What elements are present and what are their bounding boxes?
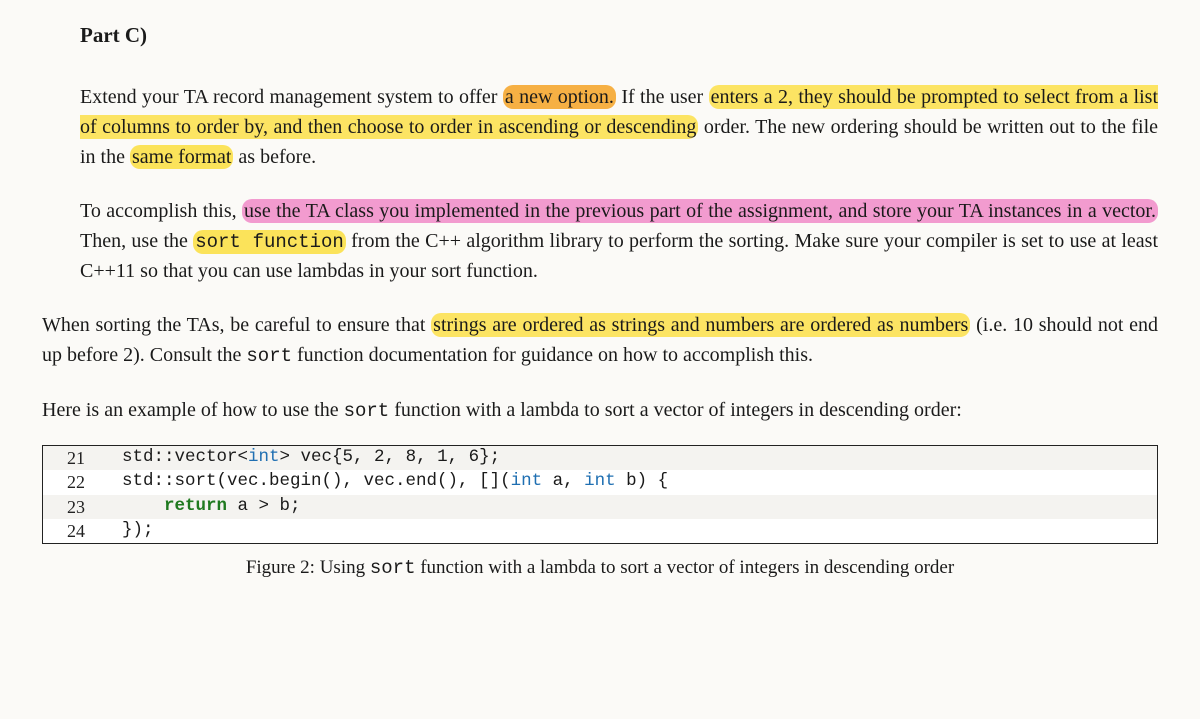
text: function with a lambda to sort a vector … [389, 399, 962, 421]
code-inline: sort [344, 400, 390, 422]
text: When sorting the TAs, be careful to ensu… [42, 314, 431, 336]
keyword-type: int [584, 471, 616, 491]
paragraph-2: To accomplish this, use the TA class you… [80, 196, 1158, 287]
text: Extend your TA record management system … [80, 86, 503, 108]
line-number: 23 [43, 495, 101, 519]
code-line-23: 23 return a > b; [43, 495, 1157, 519]
code-inline: sort [370, 557, 416, 579]
paragraph-4: Here is an example of how to use the sor… [42, 395, 1158, 426]
paragraph-1: Extend your TA record management system … [80, 82, 1158, 172]
highlight-pink: use the TA class you implemented in the … [242, 199, 1158, 223]
code-line-22: 22 std::sort(vec.begin(), vec.end(), [](… [43, 470, 1157, 494]
code-listing: 21 std::vector<int> vec{5, 2, 8, 1, 6}; … [42, 445, 1158, 544]
line-number: 21 [43, 446, 101, 470]
text: as before. [233, 146, 316, 168]
text: Here is an example of how to use the [42, 399, 344, 421]
code-text: std::sort(vec.begin(), vec.end(), [](int… [101, 470, 1157, 494]
t: std::vector< [101, 447, 248, 467]
highlight-orange: a new option. [503, 85, 616, 109]
t: a, [542, 471, 584, 491]
code-line-24: 24 }); [43, 519, 1157, 543]
figure-caption: Figure 2: Using sort function with a lam… [42, 554, 1158, 583]
t [101, 496, 164, 516]
paragraph-3: When sorting the TAs, be careful to ensu… [42, 310, 1158, 371]
text: function documentation for guidance on h… [292, 344, 813, 366]
highlight-yellow: sort function [193, 230, 346, 254]
code-inline: sort [246, 345, 292, 367]
text: Figure 2: Using [246, 557, 370, 578]
code-text: std::vector<int> vec{5, 2, 8, 1, 6}; [101, 446, 1157, 470]
keyword-return: return [164, 496, 227, 516]
code-text: }); [101, 519, 1157, 543]
code-text: return a > b; [101, 495, 1157, 519]
t: > vec{5, 2, 8, 1, 6}; [280, 447, 501, 467]
text: To accomplish this, [80, 200, 242, 222]
t: b) { [616, 471, 669, 491]
text: Then, use the [80, 230, 193, 252]
line-number: 22 [43, 470, 101, 494]
keyword-type: int [248, 447, 280, 467]
code-line-21: 21 std::vector<int> vec{5, 2, 8, 1, 6}; [43, 446, 1157, 470]
part-heading: Part C) [80, 20, 1158, 52]
highlight-yellow: same format [130, 145, 233, 169]
text: If the user [616, 86, 709, 108]
line-number: 24 [43, 519, 101, 543]
text: function with a lambda to sort a vector … [415, 557, 954, 578]
t: std::sort(vec.begin(), vec.end(), []( [101, 471, 511, 491]
t: a > b; [227, 496, 301, 516]
keyword-type: int [511, 471, 543, 491]
highlight-yellow: strings are ordered as strings and numbe… [431, 313, 970, 337]
